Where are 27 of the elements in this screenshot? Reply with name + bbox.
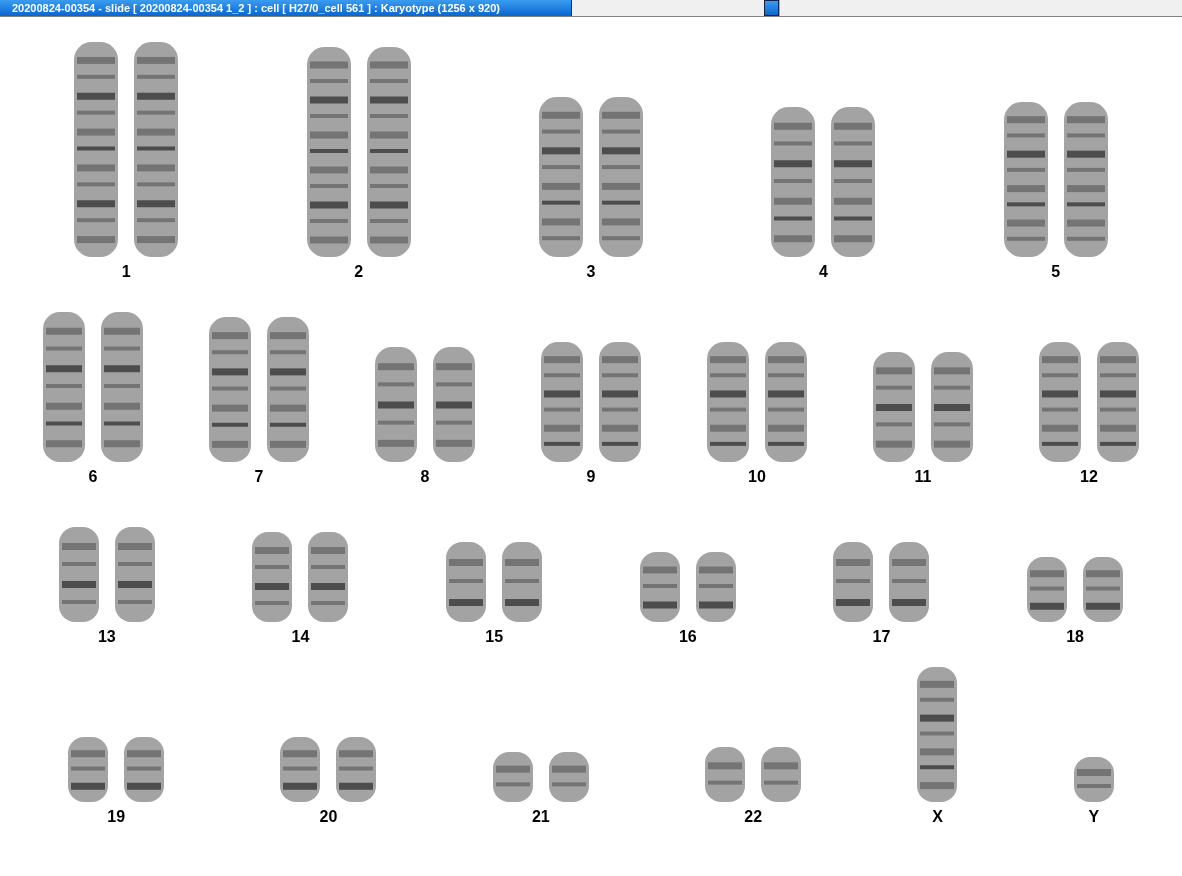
chromosome-label: 4 bbox=[818, 263, 828, 281]
chromosome-label: 22 bbox=[744, 808, 763, 826]
chromosome-label: 20 bbox=[319, 808, 338, 826]
chromosome-label: 10 bbox=[748, 468, 766, 486]
chromosome-label: 6 bbox=[88, 468, 98, 486]
chromosome-label: X bbox=[932, 808, 943, 826]
chromosome-label: 1 bbox=[121, 263, 131, 281]
chromosome-label: 19 bbox=[107, 808, 126, 826]
chromosome-label: 8 bbox=[420, 468, 430, 486]
chromosome-label: 3 bbox=[586, 263, 596, 281]
chromosome-label: 17 bbox=[872, 628, 891, 646]
chromosome-label: 11 bbox=[914, 468, 932, 486]
window-title: 20200824-00354 - slide [ 20200824-00354 1_2 ] : cell [ H27/0_cell 561 ] : Karyotype (1256 x 920) bbox=[12, 2, 500, 14]
scroll-handle[interactable] bbox=[764, 0, 779, 16]
chromosome-label: 18 bbox=[1066, 628, 1084, 646]
chromosome-label: 13 bbox=[97, 628, 116, 646]
chromosome-drawing bbox=[1073, 757, 1114, 802]
chromosome-label: 2 bbox=[354, 263, 364, 281]
chromosome-label: 14 bbox=[291, 628, 310, 646]
chromosome-label: 21 bbox=[531, 808, 550, 826]
chromosome-label: 15 bbox=[485, 628, 504, 646]
chromosome-label: 9 bbox=[586, 468, 596, 486]
chromosome-label: 12 bbox=[1080, 468, 1098, 486]
chromosome-label: 5 bbox=[1051, 263, 1061, 281]
chromosome-label: 7 bbox=[254, 468, 264, 486]
chromosome-label: 16 bbox=[678, 628, 697, 646]
chromosome-label: Y bbox=[1088, 808, 1100, 826]
